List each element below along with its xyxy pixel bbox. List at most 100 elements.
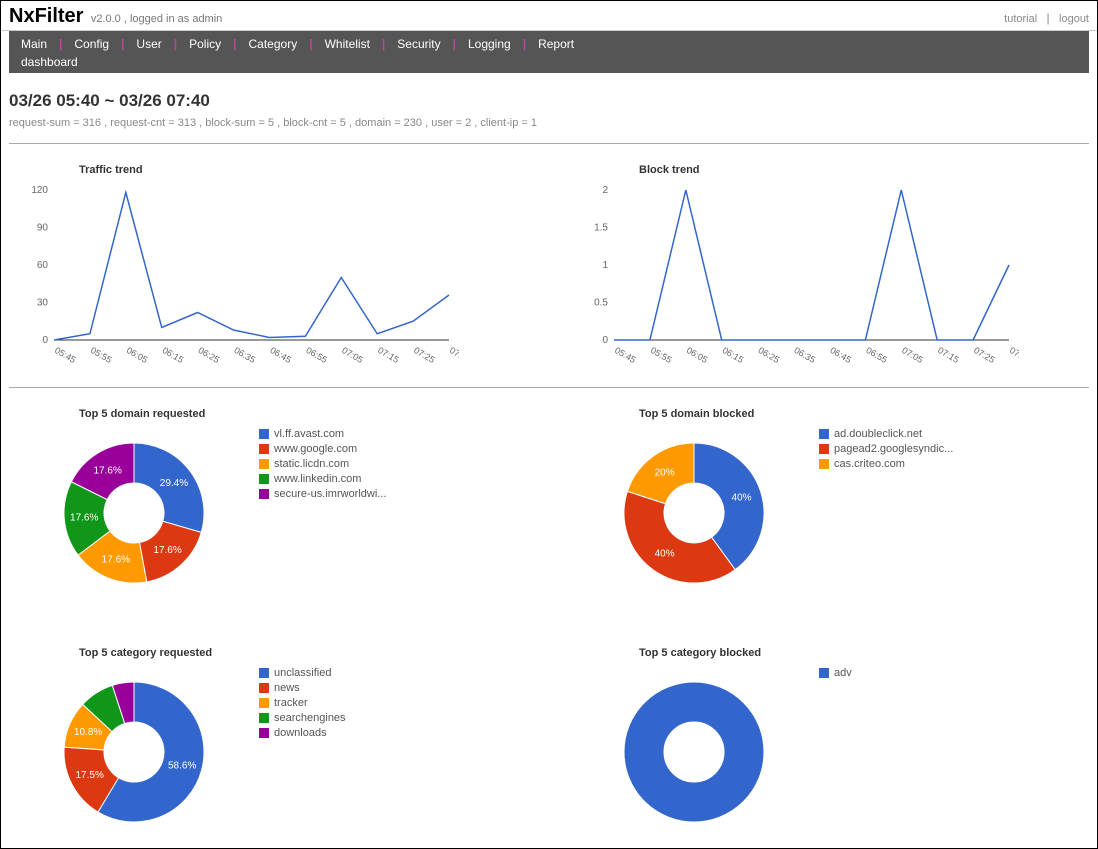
nav-item-logging[interactable]: Logging — [468, 37, 511, 51]
svg-text:06:55: 06:55 — [864, 345, 889, 365]
svg-text:06:15: 06:15 — [721, 345, 746, 365]
nav-item-whitelist[interactable]: Whitelist — [325, 37, 370, 51]
legend-swatch — [259, 683, 269, 693]
legend-item: adv — [819, 667, 852, 679]
svg-text:58.6%: 58.6% — [168, 760, 196, 771]
svg-text:05:55: 05:55 — [89, 345, 114, 365]
legend-label: cas.criteo.com — [834, 458, 905, 470]
logout-link[interactable]: logout — [1059, 13, 1089, 25]
svg-text:06:55: 06:55 — [304, 345, 329, 365]
time-range-heading: 03/26 05:40 ~ 03/26 07:40 — [9, 91, 1089, 111]
svg-text:1.5: 1.5 — [594, 223, 608, 234]
svg-text:05:45: 05:45 — [613, 345, 638, 365]
traffic-trend-chart: 030609012005:4505:5506:0506:1506:2506:35… — [9, 180, 529, 373]
category-requested-chart: 58.6% 17.5% 10.8% — [9, 667, 239, 840]
legend-label: www.google.com — [274, 443, 357, 455]
svg-text:06:25: 06:25 — [197, 345, 222, 365]
svg-text:17.5%: 17.5% — [75, 770, 103, 781]
legend-item: cas.criteo.com — [819, 458, 953, 470]
svg-text:07:15: 07:15 — [376, 345, 401, 365]
legend-label: secure-us.imrworldwi... — [274, 488, 386, 500]
legend-item: news — [259, 682, 346, 694]
block-trend-chart: 00.511.5205:4505:5506:0506:1506:2506:350… — [569, 180, 1089, 373]
stats-summary: request-sum = 316 , request-cnt = 313 , … — [9, 117, 1089, 129]
category-blocked-chart — [569, 667, 799, 840]
top-bar: NxFilter v2.0.0 , logged in as admin tut… — [1, 1, 1097, 31]
legend-item: unclassified — [259, 667, 346, 679]
svg-text:07:35: 07:35 — [1008, 345, 1019, 365]
legend-label: vl.ff.avast.com — [274, 428, 344, 440]
svg-text:90: 90 — [37, 223, 49, 234]
nav-item-report[interactable]: Report — [538, 37, 574, 51]
svg-text:07:05: 07:05 — [340, 345, 365, 365]
top-links: tutorial | logout — [1004, 11, 1089, 25]
svg-text:1: 1 — [602, 260, 608, 271]
pie-title-domain-blk: Top 5 domain blocked — [639, 408, 1089, 420]
legend-item: searchengines — [259, 712, 346, 724]
svg-text:07:25: 07:25 — [412, 345, 437, 365]
legend-swatch — [819, 668, 829, 678]
svg-text:40%: 40% — [732, 493, 752, 504]
nav-item-security[interactable]: Security — [397, 37, 440, 51]
nav-divider: | — [382, 37, 385, 51]
legend-label: news — [274, 682, 300, 694]
brand: NxFilter — [9, 5, 83, 27]
domain-requested-legend: vl.ff.avast.com www.google.com static.licd… — [259, 428, 386, 503]
pie-title-domain-req: Top 5 domain requested — [79, 408, 529, 420]
svg-text:0: 0 — [602, 335, 608, 346]
nav-item-category[interactable]: Category — [249, 37, 298, 51]
chart-title-block: Block trend — [639, 164, 1089, 176]
legend-swatch — [259, 668, 269, 678]
nav-item-main[interactable]: Main — [21, 37, 47, 51]
nav-divider: | — [309, 37, 312, 51]
svg-text:10.8%: 10.8% — [74, 727, 102, 738]
svg-text:60: 60 — [37, 260, 49, 271]
svg-text:20%: 20% — [655, 468, 675, 479]
svg-text:30: 30 — [37, 298, 49, 309]
legend-swatch — [259, 459, 269, 469]
legend-swatch — [819, 444, 829, 454]
legend-swatch — [259, 698, 269, 708]
separator: | — [1047, 11, 1050, 25]
legend-item: tracker — [259, 697, 346, 709]
nav-item-config[interactable]: Config — [74, 37, 109, 51]
legend-item: vl.ff.avast.com — [259, 428, 386, 440]
svg-text:120: 120 — [31, 185, 48, 196]
nav-divider: | — [453, 37, 456, 51]
legend-swatch — [259, 713, 269, 723]
nav-item-policy[interactable]: Policy — [189, 37, 221, 51]
svg-text:07:35: 07:35 — [448, 345, 459, 365]
nav-divider: | — [523, 37, 526, 51]
svg-text:07:05: 07:05 — [900, 345, 925, 365]
svg-text:17.6%: 17.6% — [153, 545, 181, 556]
legend-label: static.licdn.com — [274, 458, 349, 470]
legend-item: www.google.com — [259, 443, 386, 455]
svg-text:06:25: 06:25 — [757, 345, 782, 365]
legend-swatch — [259, 474, 269, 484]
legend-swatch — [259, 489, 269, 499]
legend-label: adv — [834, 667, 852, 679]
svg-text:06:45: 06:45 — [268, 345, 293, 365]
svg-text:17.6%: 17.6% — [70, 513, 98, 524]
legend-label: pagead2.googlesyndic... — [834, 443, 953, 455]
legend-swatch — [259, 728, 269, 738]
category-blocked-legend: adv — [819, 667, 852, 682]
tutorial-link[interactable]: tutorial — [1004, 13, 1037, 25]
legend-label: www.linkedin.com — [274, 473, 361, 485]
nav-sub-dashboard[interactable]: dashboard — [21, 55, 78, 69]
svg-text:06:45: 06:45 — [828, 345, 853, 365]
pie-title-cat-blk: Top 5 category blocked — [639, 647, 1089, 659]
legend-label: downloads — [274, 727, 327, 739]
nav-divider: | — [174, 37, 177, 51]
svg-text:06:35: 06:35 — [793, 345, 818, 365]
nav-item-user[interactable]: User — [136, 37, 161, 51]
svg-text:17.6%: 17.6% — [94, 465, 122, 476]
divider — [9, 143, 1089, 144]
legend-swatch — [259, 444, 269, 454]
legend-swatch — [819, 429, 829, 439]
nav-divider: | — [121, 37, 124, 51]
legend-label: ad.doubleclick.net — [834, 428, 922, 440]
svg-text:17.6%: 17.6% — [102, 555, 130, 566]
svg-text:05:55: 05:55 — [649, 345, 674, 365]
svg-text:07:25: 07:25 — [972, 345, 997, 365]
